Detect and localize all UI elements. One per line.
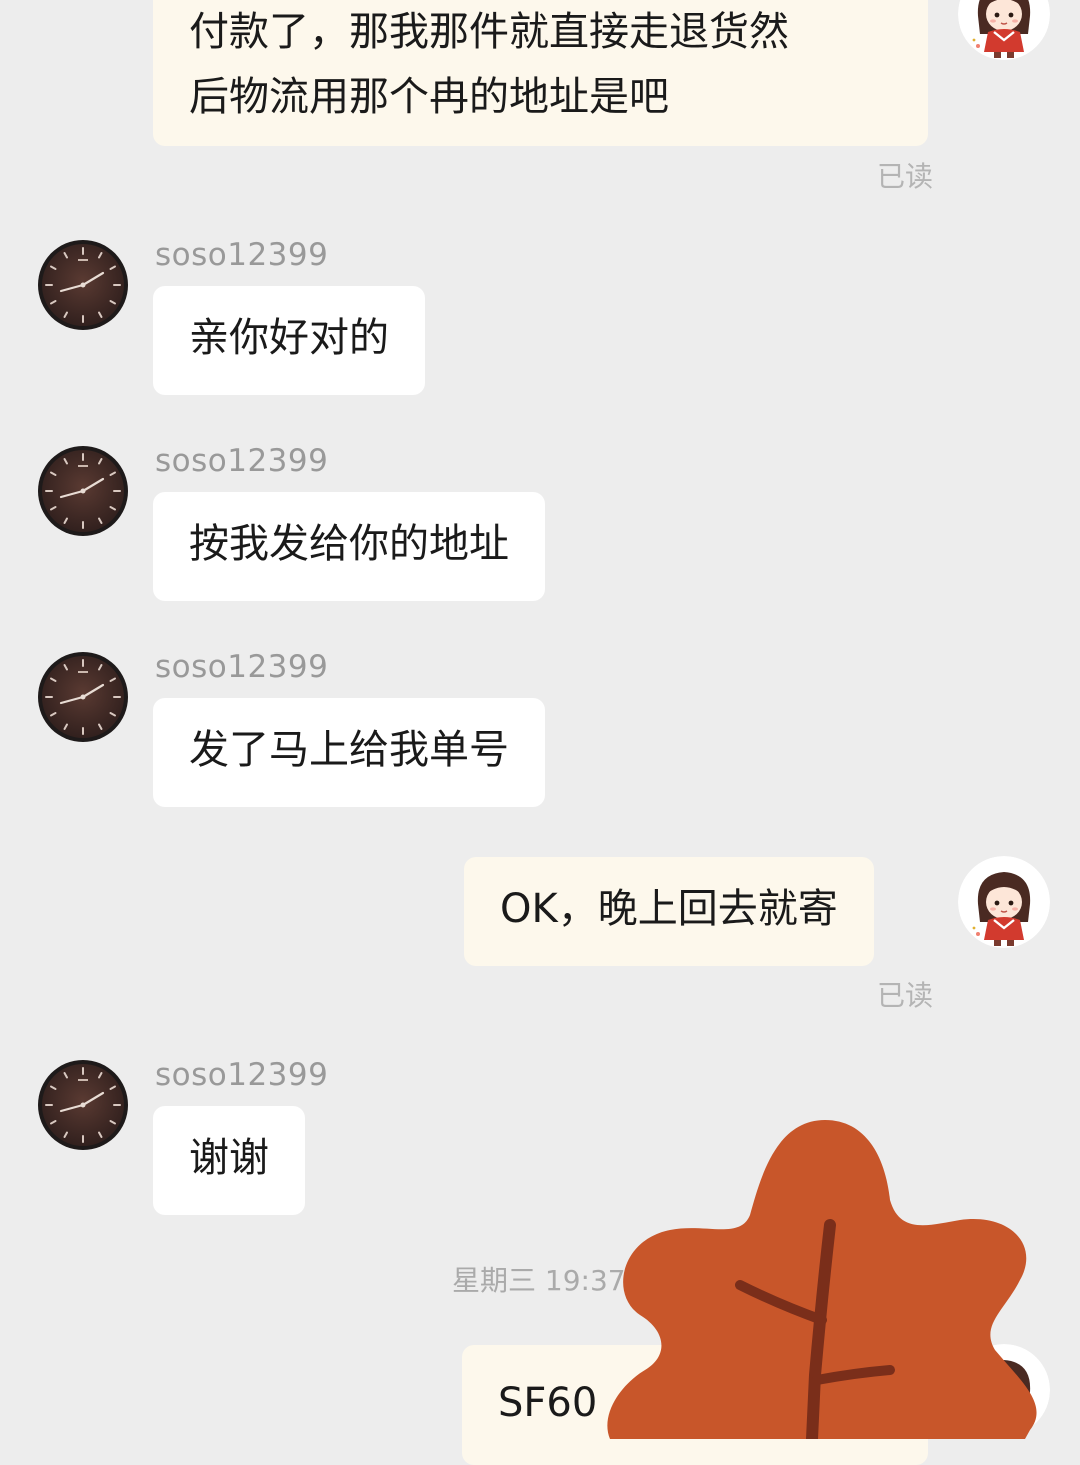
incoming-message-bubble[interactable]: 发了马上给我单号 <box>153 698 545 807</box>
wall-clock-avatar-icon <box>37 239 129 331</box>
contact-avatar[interactable] <box>37 445 129 537</box>
message-text-line: 后物流用那个冉的地址是吧 <box>189 74 669 120</box>
message-text: 发了马上给我单号 <box>189 727 509 773</box>
message-text-line: 付款了，那我那件就直接走退货然 <box>189 9 789 55</box>
wall-clock-avatar-icon <box>37 651 129 743</box>
self-avatar[interactable] <box>958 0 1050 60</box>
contact-avatar[interactable] <box>37 1059 129 1151</box>
incoming-message-bubble[interactable]: 按我发给你的地址 <box>153 492 545 601</box>
wall-clock-avatar-icon <box>37 445 129 537</box>
self-avatar[interactable] <box>958 856 1050 948</box>
message-text: OK，晚上回去就寄 <box>500 886 838 932</box>
message-text: 谢谢 <box>189 1135 269 1181</box>
outgoing-message-bubble[interactable]: OK，晚上回去就寄 <box>464 857 874 966</box>
sender-name: soso12399 <box>155 649 329 685</box>
sender-name: soso12399 <box>155 1057 329 1093</box>
incoming-message-bubble[interactable]: 亲你好对的 <box>153 286 425 395</box>
message-text: 按我发给你的地址 <box>189 521 509 567</box>
sender-name: soso12399 <box>155 443 329 479</box>
contact-avatar[interactable] <box>37 239 129 331</box>
read-receipt: 已读 <box>876 979 933 1012</box>
cartoon-girl-avatar-icon <box>958 0 1050 60</box>
sender-name: soso12399 <box>155 237 329 273</box>
cartoon-girl-avatar-icon <box>958 856 1050 948</box>
contact-avatar[interactable] <box>37 651 129 743</box>
chat-thread[interactable]: 付款了，那我那件就直接走退货然 后物流用那个冉的地址是吧 已读 soso1239… <box>0 0 1080 1465</box>
message-text: SF60 <box>498 1380 598 1426</box>
message-text: 亲你好对的 <box>189 315 389 361</box>
read-receipt: 已读 <box>876 160 933 193</box>
wall-clock-avatar-icon <box>37 1059 129 1151</box>
incoming-message-bubble[interactable]: 谢谢 <box>153 1106 305 1215</box>
maple-leaf-sticker-icon <box>607 1120 1037 1439</box>
outgoing-message-bubble[interactable]: 付款了，那我那件就直接走退货然 后物流用那个冉的地址是吧 <box>153 0 928 146</box>
